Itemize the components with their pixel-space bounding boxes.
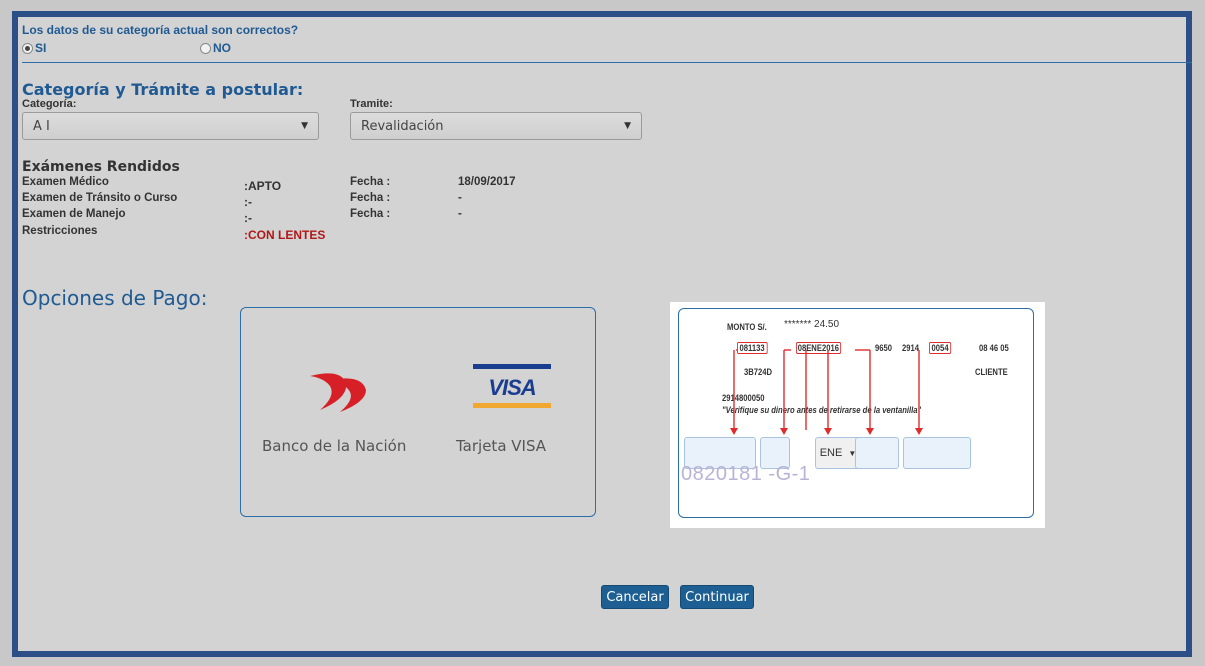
chevron-down-icon: ▼ bbox=[624, 121, 631, 131]
banco-nacion-logo-icon bbox=[310, 373, 366, 412]
exams-title: Exámenes Rendidos bbox=[22, 159, 180, 175]
radio-si-label: SI bbox=[35, 41, 47, 55]
exam-fecha: - bbox=[458, 208, 462, 220]
exam-fecha-label: Fecha : bbox=[350, 208, 391, 220]
chevron-down-icon: ▼ bbox=[301, 121, 308, 131]
categoria-label: Categoría: bbox=[22, 98, 77, 110]
divider bbox=[22, 62, 1192, 63]
tramite-value: Revalidación bbox=[361, 118, 444, 134]
banco-nacion-option[interactable] bbox=[300, 368, 372, 421]
continue-button[interactable]: Continuar bbox=[680, 585, 754, 609]
exam-name: Examen Médico bbox=[22, 176, 109, 188]
receipt-year-input[interactable] bbox=[855, 437, 899, 469]
tramite-label: Tramite: bbox=[350, 98, 393, 110]
visa-logo-icon[interactable]: VISA bbox=[473, 364, 551, 414]
section-title: Categoría y Trámite a postular: bbox=[22, 80, 304, 99]
receipt-agency-input[interactable] bbox=[903, 437, 971, 469]
radio-no-label: NO bbox=[213, 41, 231, 55]
exam-name: Examen de Tránsito o Curso bbox=[22, 192, 178, 204]
receipt-arrows bbox=[730, 349, 923, 435]
receipt-month-value: ENE bbox=[819, 447, 843, 459]
banco-nacion-label: Banco de la Nación bbox=[262, 437, 407, 455]
radio-si[interactable]: SI bbox=[22, 41, 46, 55]
exam-result: :- bbox=[244, 211, 252, 225]
visa-label: Tarjeta VISA bbox=[456, 437, 547, 455]
exam-name: Examen de Manejo bbox=[22, 208, 126, 220]
radio-no-button[interactable] bbox=[200, 42, 211, 54]
radio-no[interactable]: NO bbox=[200, 41, 231, 55]
exam-fecha: - bbox=[458, 192, 462, 204]
exam-result: :- bbox=[244, 195, 252, 209]
category-question: Los datos de su categoría actual son cor… bbox=[22, 23, 299, 37]
radio-si-button[interactable] bbox=[22, 42, 33, 54]
exam-fecha-label: Fecha : bbox=[350, 192, 391, 204]
cancel-button[interactable]: Cancelar bbox=[601, 585, 669, 609]
categoria-select[interactable]: A I ▼ bbox=[22, 112, 319, 140]
restriction-value: :CON LENTES bbox=[244, 228, 326, 242]
payment-title: Opciones de Pago: bbox=[22, 286, 208, 310]
exam-name: Restricciones bbox=[22, 225, 98, 237]
categoria-value: A I bbox=[33, 118, 50, 134]
exam-fecha: 18/09/2017 bbox=[458, 176, 516, 188]
receipt-watermark: 0820181 -G-1 bbox=[681, 463, 811, 485]
tramite-select[interactable]: Revalidación ▼ bbox=[350, 112, 642, 140]
exam-result: :APTO bbox=[244, 179, 282, 193]
exam-fecha-label: Fecha : bbox=[350, 176, 391, 188]
